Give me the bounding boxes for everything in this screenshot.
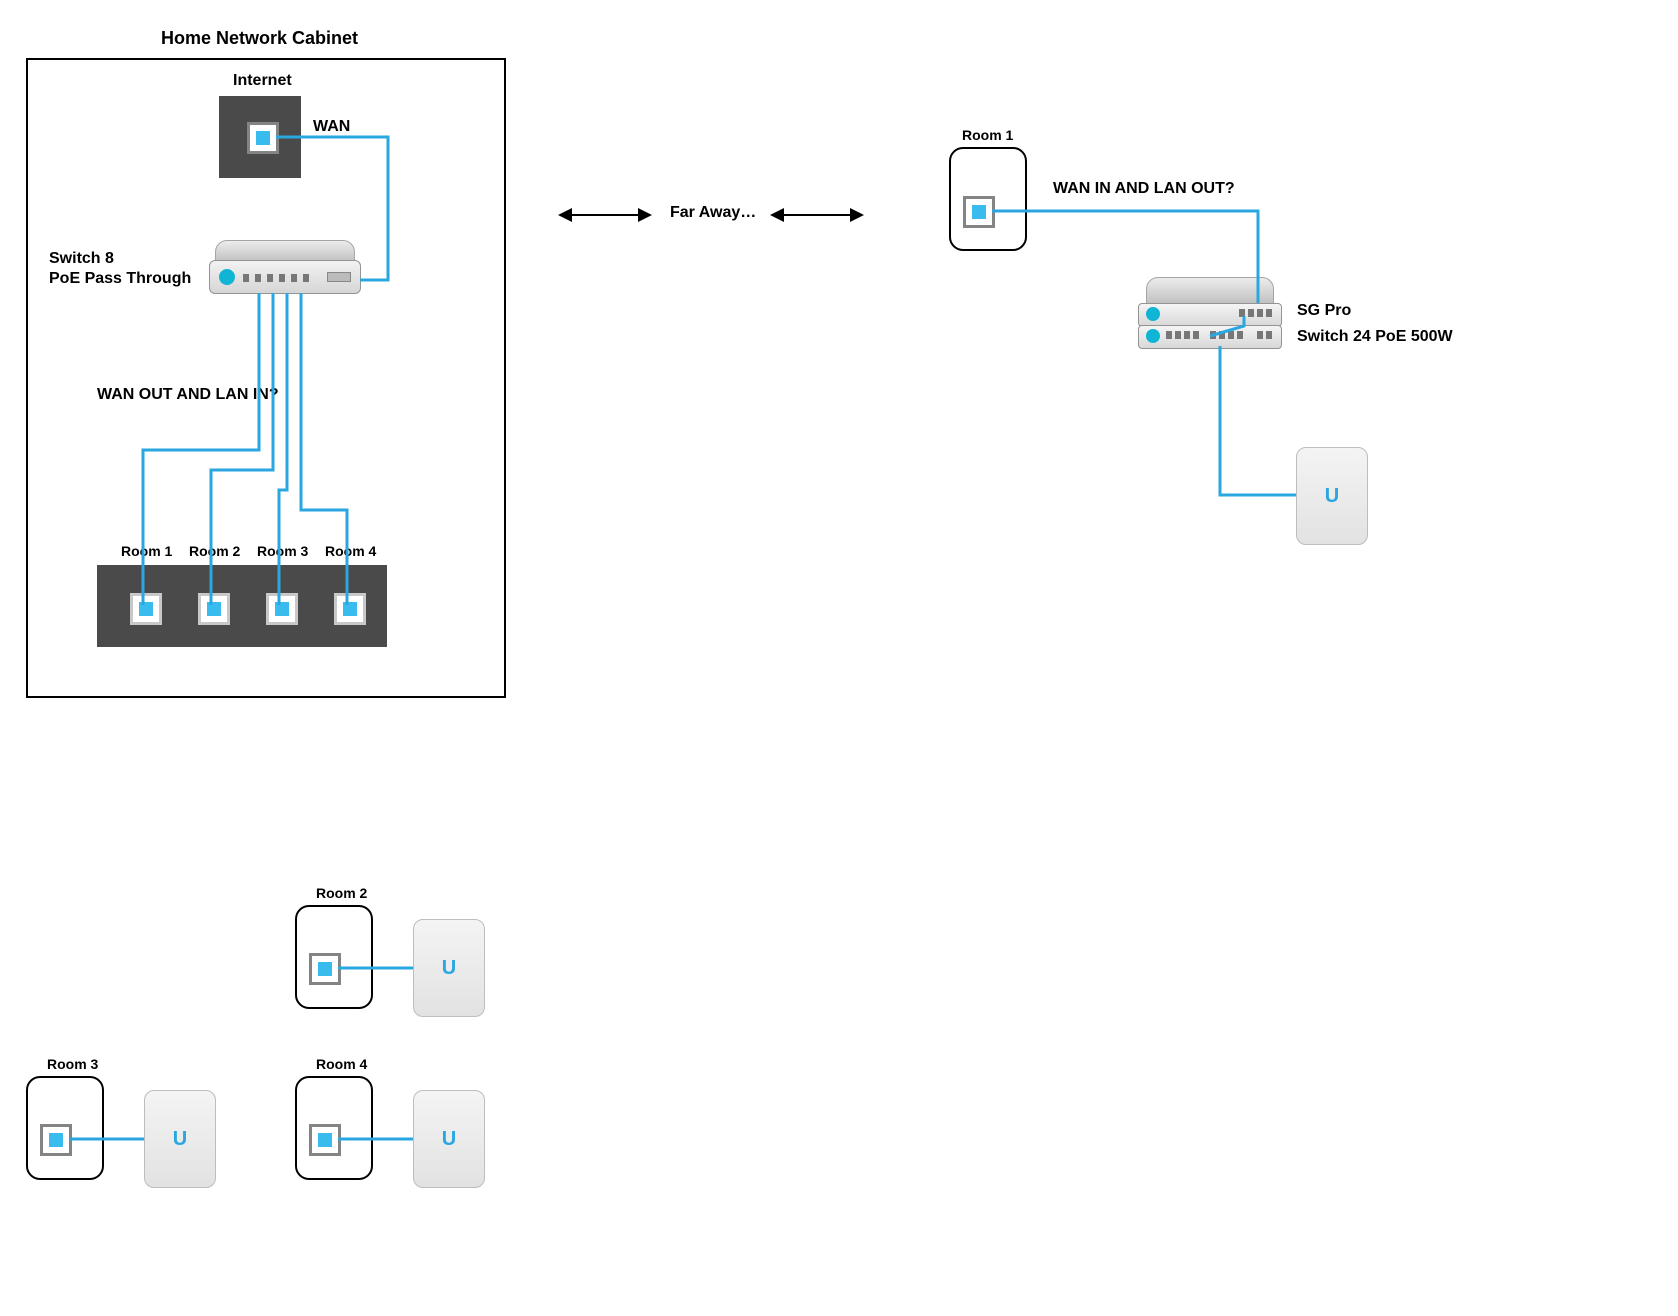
arrow-right-icon xyxy=(772,214,862,216)
ap-room4: U xyxy=(413,1090,485,1188)
room3-label: Room 3 xyxy=(47,1056,98,1072)
patch-jack-3 xyxy=(266,593,298,625)
isp-jack xyxy=(247,122,279,154)
sgpro-label: SG Pro xyxy=(1297,302,1351,320)
far-away-label: Far Away… xyxy=(670,204,756,222)
arrow-left-icon xyxy=(560,214,650,216)
switch8-label-1: Switch 8 xyxy=(49,250,114,268)
patch-label-4: Room 4 xyxy=(325,543,376,559)
ubiquiti-logo-icon: U xyxy=(442,1128,456,1151)
room2-jack xyxy=(309,953,341,985)
patch-label-3: Room 3 xyxy=(257,543,308,559)
room1-question: WAN IN AND LAN OUT? xyxy=(1053,180,1235,198)
room1-label: Room 1 xyxy=(962,127,1013,143)
diagram-canvas: Home Network Cabinet Internet WAN Switch… xyxy=(0,0,1678,1316)
switch8-uplink-icon xyxy=(327,272,351,282)
switch8-label-2: PoE Pass Through xyxy=(49,270,191,288)
ap-room2: U xyxy=(413,919,485,1017)
internet-label: Internet xyxy=(233,72,292,90)
ap-room3: U xyxy=(144,1090,216,1188)
switch24-label: Switch 24 PoE 500W xyxy=(1297,328,1453,346)
room1-jack xyxy=(963,196,995,228)
ubiquiti-logo-icon: U xyxy=(442,957,456,980)
switch24-ports-a-icon xyxy=(1166,331,1199,339)
rack-device xyxy=(1138,277,1282,347)
patch-label-2: Room 2 xyxy=(189,543,240,559)
room2-label: Room 2 xyxy=(316,885,367,901)
ap-room1: U xyxy=(1296,447,1368,545)
ubiquiti-logo-icon: U xyxy=(173,1128,187,1151)
room3-jack xyxy=(40,1124,72,1156)
sgpro-ports-icon xyxy=(1239,309,1272,317)
switch24-ports-c-icon xyxy=(1257,331,1272,339)
patch-jack-1 xyxy=(130,593,162,625)
switch24-led-icon xyxy=(1146,329,1160,343)
wan-label: WAN xyxy=(313,118,350,136)
switch8-ports-icon xyxy=(243,274,309,282)
sgpro-led-icon xyxy=(1146,307,1160,321)
room4-label: Room 4 xyxy=(316,1056,367,1072)
patch-jack-4 xyxy=(334,593,366,625)
patch-jack-2 xyxy=(198,593,230,625)
ubiquiti-logo-icon: U xyxy=(1325,485,1339,508)
cabinet-question: WAN OUT AND LAN IN? xyxy=(97,386,279,404)
switch8-device xyxy=(209,240,361,294)
patch-label-1: Room 1 xyxy=(121,543,172,559)
switch24-ports-b-icon xyxy=(1210,331,1243,339)
switch8-led-icon xyxy=(219,269,235,285)
room4-jack xyxy=(309,1124,341,1156)
cabinet-title: Home Network Cabinet xyxy=(161,28,358,49)
